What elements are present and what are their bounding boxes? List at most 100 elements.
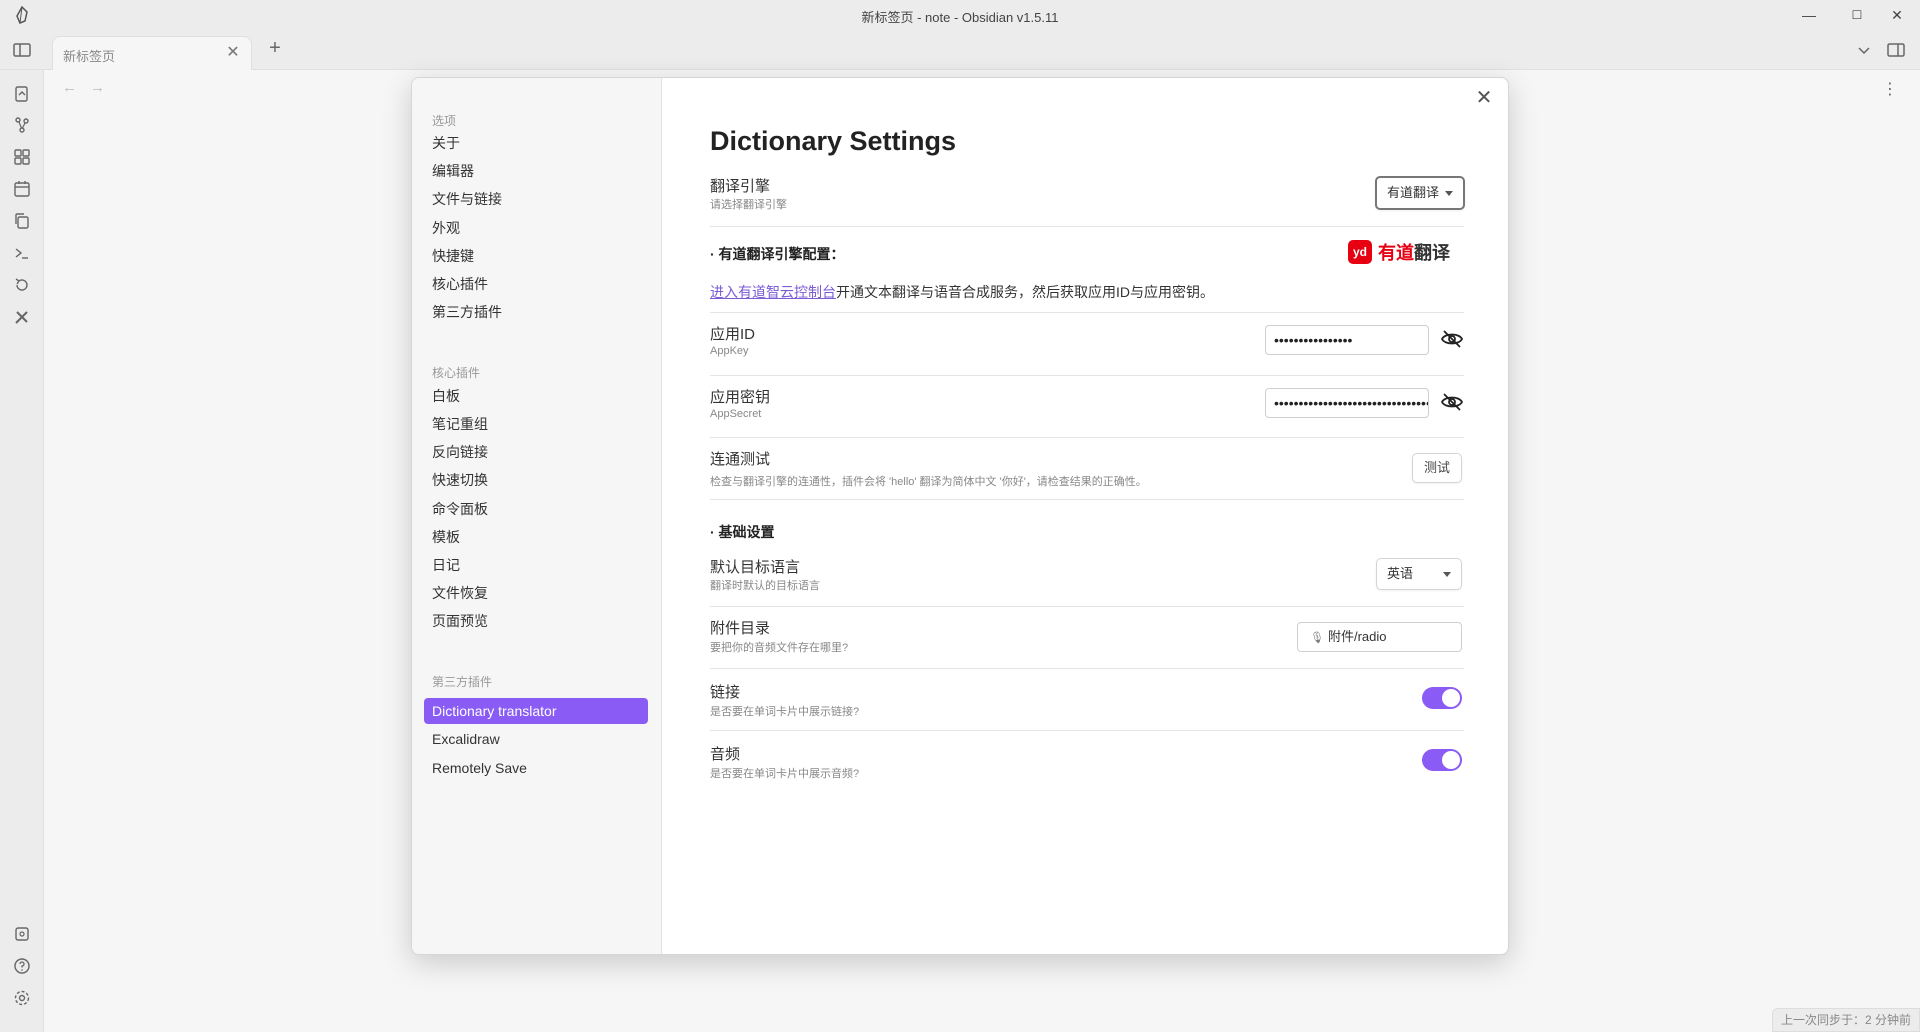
calendar-icon[interactable]: [10, 177, 34, 201]
setting-app-id: 应用ID AppKey ••••••••••••••••: [710, 312, 1464, 374]
sidebar-item-templates[interactable]: 模板: [424, 524, 648, 550]
setting-audio: 音频 是否要在单词卡片中展示音频?: [710, 730, 1464, 792]
right-sidebar-toggle-icon[interactable]: [1884, 38, 1908, 62]
canvas-icon[interactable]: [10, 145, 34, 169]
help-icon[interactable]: [10, 954, 34, 978]
setting-name: 默认目标语言: [710, 559, 801, 576]
sidebar-group-third-party: 第三方插件: [432, 675, 493, 689]
sidebar-item-note-composer[interactable]: 笔记重组: [424, 411, 648, 437]
minimize-button[interactable]: —: [1786, 0, 1832, 30]
divider: [710, 499, 1464, 500]
sidebar-item-editor[interactable]: 编辑器: [424, 158, 648, 184]
sidebar-item-command-palette[interactable]: 命令面板: [424, 496, 648, 522]
sync-status: 上一次同步于：2 分钟前: [1771, 1008, 1920, 1032]
setting-name: 附件目录: [710, 620, 771, 637]
target-language-dropdown[interactable]: 英语: [1376, 558, 1462, 590]
setting-engine: 翻译引擎 请选择翻译引擎 有道翻译: [710, 170, 1465, 222]
youdao-logo-text-red: 有道: [1378, 243, 1414, 263]
folder-icon: 🎙: [1310, 632, 1324, 644]
sidebar-item-canvas[interactable]: 白板: [424, 383, 648, 409]
dropdown-value: 英语: [1387, 566, 1414, 581]
setting-name: 链接: [710, 684, 741, 701]
sidebar-toggle-icon[interactable]: [10, 38, 34, 62]
eye-off-icon[interactable]: [1440, 327, 1464, 351]
app-id-input[interactable]: ••••••••••••••••: [1265, 325, 1429, 355]
sidebar-item-dictionary-translator[interactable]: Dictionary translator: [424, 698, 648, 724]
sidebar-item-daily-notes[interactable]: 日记: [424, 552, 648, 578]
setting-desc: 请选择翻译引擎: [710, 199, 787, 211]
sidebar-group-core: 核心插件: [432, 366, 481, 380]
open-quick-switcher-icon[interactable]: [10, 82, 34, 106]
settings-modal: 选项 关于 编辑器 文件与链接 外观 快捷键 核心插件 第三方插件 核心插件 白…: [411, 77, 1509, 955]
sidebar-item-about[interactable]: 关于: [424, 130, 648, 156]
chevron-down-icon[interactable]: [1852, 38, 1876, 62]
sync-icon[interactable]: [10, 273, 34, 297]
forward-arrow-icon[interactable]: →: [90, 79, 110, 99]
sidebar-item-hotkeys[interactable]: 快捷键: [424, 243, 648, 269]
setting-desc: 检查与翻译引擎的连通性，插件会将 'hello' 翻译为简体中文 '你好'，请检…: [710, 476, 1147, 488]
close-window-button[interactable]: ✕: [1874, 0, 1920, 30]
title-bar: 新标签页 - note - Obsidian v1.5.11 — ☐ ✕: [0, 0, 1920, 30]
setting-connectivity-test: 连通测试 检查与翻译引擎的连通性，插件会将 'hello' 翻译为简体中文 '你…: [710, 437, 1464, 499]
setting-name: 音频: [710, 746, 741, 763]
modal-close-icon[interactable]: ✕: [1472, 86, 1496, 110]
sidebar-item-core-plugins[interactable]: 核心插件: [424, 271, 648, 297]
test-button[interactable]: 测试: [1412, 453, 1462, 483]
setting-desc: 是否要在单词卡片中展示音频?: [710, 768, 860, 780]
dropdown-value: 有道翻译: [1387, 185, 1440, 200]
caret-down-icon: [1443, 572, 1451, 577]
more-options-icon[interactable]: ⋮: [1880, 79, 1900, 99]
graph-view-icon[interactable]: [10, 113, 34, 137]
caret-down-icon: [1445, 191, 1453, 196]
console-instructions: 进入有道智云控制台开通文本翻译与语音合成服务，然后获取应用ID与应用密钥。: [710, 282, 1214, 302]
attachment-dir-input[interactable]: 🎙 附件/radio: [1297, 622, 1462, 652]
sidebar-item-files-links[interactable]: 文件与链接: [424, 186, 648, 212]
setting-desc: 是否要在单词卡片中展示链接?: [710, 706, 860, 718]
excalidraw-icon[interactable]: [10, 305, 34, 329]
setting-target-language: 默认目标语言 翻译时默认的目标语言 英语: [710, 550, 1464, 602]
youdao-logo: yd 有道翻译: [1348, 239, 1450, 265]
setting-name: 应用密钥: [710, 389, 771, 406]
setting-name: 连通测试: [710, 451, 771, 468]
app-secret-input[interactable]: ••••••••••••••••••••••••••••••••: [1265, 388, 1429, 418]
sidebar-item-excalidraw[interactable]: Excalidraw: [424, 726, 648, 752]
settings-sidebar: 选项 关于 编辑器 文件与链接 外观 快捷键 核心插件 第三方插件 核心插件 白…: [412, 78, 662, 954]
link-toggle[interactable]: [1422, 687, 1462, 709]
window-title: 新标签页 - note - Obsidian v1.5.11: [861, 10, 1059, 25]
page-title: Dictionary Settings: [710, 126, 957, 156]
setting-desc: AppKey: [710, 345, 749, 357]
back-arrow-icon[interactable]: ←: [62, 79, 82, 99]
tab-new-tab[interactable]: 新标签页 ✕: [52, 36, 252, 70]
terminal-icon[interactable]: [10, 241, 34, 265]
youdao-logo-mark-icon: yd: [1348, 240, 1372, 264]
youdao-logo-text-dark: 翻译: [1414, 243, 1450, 263]
setting-desc: 要把你的音频文件存在哪里?: [710, 642, 849, 654]
sidebar-item-backlinks[interactable]: 反向链接: [424, 439, 648, 465]
settings-gear-icon[interactable]: [10, 986, 34, 1010]
setting-app-secret: 应用密钥 AppSecret •••••••••••••••••••••••••…: [710, 375, 1464, 437]
sidebar-item-page-preview[interactable]: 页面预览: [424, 608, 648, 634]
youdao-console-link[interactable]: 进入有道智云控制台: [710, 284, 836, 300]
setting-link: 链接 是否要在单词卡片中展示链接?: [710, 668, 1464, 730]
sidebar-item-appearance[interactable]: 外观: [424, 215, 648, 241]
eye-off-icon[interactable]: [1440, 390, 1464, 414]
sidebar-item-remotely-save[interactable]: Remotely Save: [424, 755, 648, 781]
engine-dropdown[interactable]: 有道翻译: [1375, 176, 1465, 210]
sidebar-group-options: 选项: [432, 114, 457, 128]
audio-toggle[interactable]: [1422, 749, 1462, 771]
sidebar-item-file-recovery[interactable]: 文件恢复: [424, 580, 648, 606]
new-tab-button[interactable]: +: [264, 38, 286, 60]
section-basic-settings: · 基础设置: [710, 524, 775, 540]
sidebar-item-quick-switcher[interactable]: 快速切换: [424, 467, 648, 493]
vault-switcher-icon[interactable]: [10, 922, 34, 946]
divider: [710, 226, 1464, 227]
copy-icon[interactable]: [10, 209, 34, 233]
section-youdao-config: · 有道翻译引擎配置：: [710, 246, 845, 262]
sidebar-item-community-plugins[interactable]: 第三方插件: [424, 299, 648, 325]
tab-label: 新标签页: [63, 49, 116, 64]
setting-attachment-dir: 附件目录 要把你的音频文件存在哪里? 🎙 附件/radio: [710, 606, 1464, 668]
setting-name: 应用ID: [710, 326, 756, 343]
setting-desc: AppSecret: [710, 408, 762, 420]
tab-close-icon[interactable]: ✕: [223, 43, 243, 63]
setting-name: 翻译引擎: [710, 178, 771, 195]
